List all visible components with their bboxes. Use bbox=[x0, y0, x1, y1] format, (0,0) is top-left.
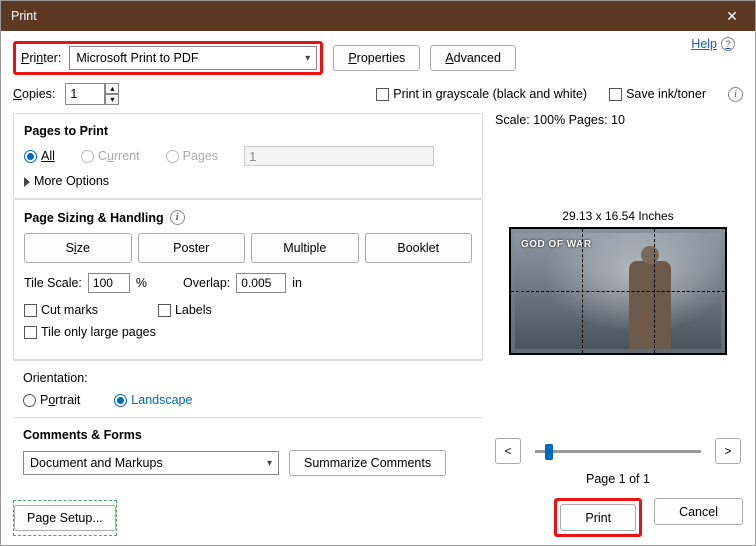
next-page-button[interactable]: > bbox=[715, 438, 741, 464]
more-options-toggle[interactable]: More Options bbox=[24, 174, 472, 188]
booklet-button[interactable]: Booklet bbox=[365, 233, 473, 263]
size-button[interactable]: Size bbox=[24, 233, 132, 263]
checkbox-icon bbox=[609, 88, 622, 101]
radio-icon bbox=[23, 394, 36, 407]
copies-label: Copies: bbox=[13, 87, 55, 101]
tilelarge-check[interactable]: Tile only large pages bbox=[24, 325, 156, 339]
pagesetup-button[interactable]: Page Setup... bbox=[14, 505, 116, 531]
overlap-input[interactable] bbox=[236, 273, 286, 293]
properties-button[interactable]: Properties bbox=[333, 45, 420, 71]
preview-page-label: Page 1 of 1 bbox=[493, 472, 743, 486]
info-icon[interactable]: i bbox=[170, 210, 185, 225]
close-icon: ✕ bbox=[726, 8, 738, 25]
info-icon[interactable]: i bbox=[728, 87, 743, 102]
copies-input[interactable] bbox=[65, 83, 105, 105]
copies-row: Copies: ▴ ▾ Print in grayscale (black an… bbox=[13, 83, 743, 105]
checkbox-icon bbox=[376, 88, 389, 101]
tilescale-label: Tile Scale: bbox=[24, 276, 82, 290]
radio-all[interactable]: All bbox=[24, 149, 55, 163]
triangle-right-icon bbox=[24, 177, 30, 187]
comments-panel: Comments & Forms Document and Markups ▾ … bbox=[13, 417, 483, 486]
zoom-slider[interactable] bbox=[535, 450, 701, 453]
preview-panel: Scale: 100% Pages: 10 29.13 x 16.54 Inch… bbox=[493, 113, 743, 486]
preview-thumbnail: GOD OF WAR bbox=[509, 227, 727, 355]
help-icon: ? bbox=[721, 37, 735, 51]
preview-scale: Scale: 100% Pages: 10 bbox=[493, 113, 743, 129]
grayscale-check[interactable]: Print in grayscale (black and white) bbox=[376, 87, 587, 101]
comments-select[interactable]: Document and Markups ▾ bbox=[23, 451, 279, 475]
preview-dims: 29.13 x 16.54 Inches bbox=[493, 209, 743, 223]
dialog-footer: Page Setup... Print Cancel bbox=[13, 494, 743, 537]
radio-pages[interactable]: Pages bbox=[166, 149, 218, 163]
help-link[interactable]: Help ? bbox=[691, 37, 735, 51]
copies-spinner[interactable]: ▴ ▾ bbox=[65, 83, 119, 105]
sizing-panel: Page Sizing & Handling i Size Poster Mul… bbox=[13, 199, 483, 360]
radio-icon bbox=[24, 150, 37, 163]
radio-icon bbox=[166, 150, 179, 163]
radio-icon bbox=[81, 150, 94, 163]
advanced-button[interactable]: Advanced bbox=[430, 45, 516, 71]
preview-logo: GOD OF WAR bbox=[521, 239, 592, 250]
radio-icon bbox=[114, 394, 127, 407]
preview-nav: < > bbox=[493, 438, 743, 464]
labels-check[interactable]: Labels bbox=[158, 303, 212, 317]
chevron-down-icon: ▾ bbox=[305, 53, 310, 64]
overlap-label: Overlap: bbox=[183, 276, 230, 290]
pages-range-input[interactable] bbox=[244, 146, 434, 166]
close-button[interactable]: ✕ bbox=[709, 1, 755, 31]
printer-select[interactable]: Microsoft Print to PDF ▾ bbox=[69, 46, 317, 70]
saveink-check[interactable]: Save ink/toner bbox=[609, 87, 706, 101]
radio-landscape[interactable]: Landscape bbox=[114, 393, 192, 407]
comments-title: Comments & Forms bbox=[23, 428, 473, 442]
print-dialog: Print ✕ Help ? Printer: Microsoft Print … bbox=[0, 0, 756, 546]
print-highlight: Print bbox=[554, 498, 642, 537]
slider-thumb[interactable] bbox=[545, 444, 553, 460]
poster-button[interactable]: Poster bbox=[138, 233, 246, 263]
pages-title: Pages to Print bbox=[24, 124, 472, 138]
chevron-down-icon: ▾ bbox=[267, 458, 272, 469]
radio-portrait[interactable]: Portrait bbox=[23, 393, 80, 407]
printer-highlight: Printer: Microsoft Print to PDF ▾ bbox=[13, 41, 323, 75]
printer-selected: Microsoft Print to PDF bbox=[76, 51, 198, 65]
preview-figure bbox=[629, 261, 671, 349]
titlebar: Print ✕ bbox=[1, 1, 755, 31]
spin-up[interactable]: ▴ bbox=[105, 83, 119, 94]
spin-down[interactable]: ▾ bbox=[105, 94, 119, 105]
print-button[interactable]: Print bbox=[560, 504, 636, 531]
printer-label: Printer: bbox=[19, 51, 63, 65]
orientation-panel: Orientation: Portrait Landscape bbox=[13, 360, 483, 417]
prev-page-button[interactable]: < bbox=[495, 438, 521, 464]
cancel-button[interactable]: Cancel bbox=[654, 498, 743, 525]
sizing-title: Page Sizing & Handling bbox=[24, 211, 164, 225]
help-label: Help bbox=[691, 37, 717, 51]
cutmarks-check[interactable]: Cut marks bbox=[24, 303, 98, 317]
summarize-button[interactable]: Summarize Comments bbox=[289, 450, 446, 476]
orientation-title: Orientation: bbox=[23, 371, 473, 385]
multiple-button[interactable]: Multiple bbox=[251, 233, 359, 263]
window-title: Print bbox=[11, 9, 37, 23]
radio-current[interactable]: Current bbox=[81, 149, 140, 163]
tilescale-input[interactable] bbox=[88, 273, 130, 293]
pages-to-print-panel: Pages to Print All Current Pages More Op… bbox=[13, 113, 483, 199]
pagesetup-wrap: Page Setup... bbox=[13, 500, 117, 536]
printer-row: Printer: Microsoft Print to PDF ▾ Proper… bbox=[13, 41, 743, 75]
